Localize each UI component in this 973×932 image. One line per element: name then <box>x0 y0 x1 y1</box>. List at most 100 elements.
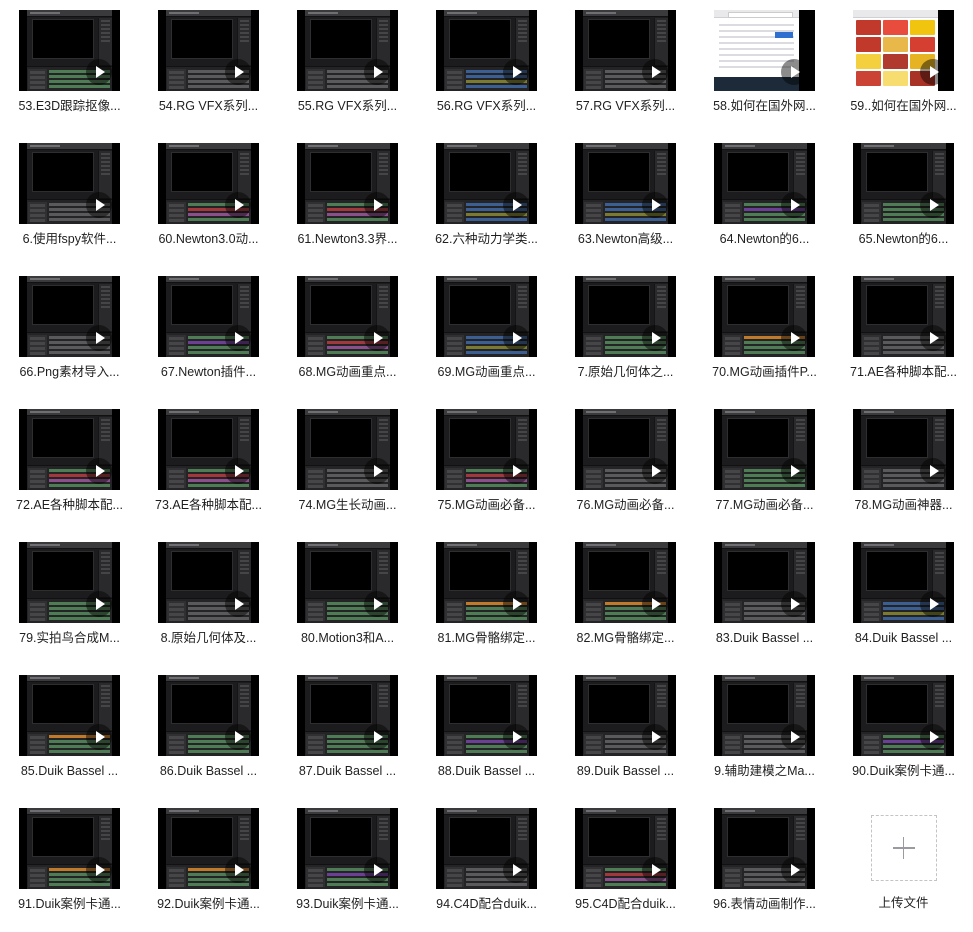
play-icon[interactable] <box>920 325 946 351</box>
video-thumbnail[interactable] <box>853 675 954 756</box>
video-thumbnail[interactable] <box>714 143 815 224</box>
video-card[interactable]: 95.C4D配合duik... <box>556 808 695 932</box>
video-card[interactable]: 93.Duik案例卡通... <box>278 808 417 932</box>
video-thumbnail[interactable] <box>853 10 954 91</box>
video-thumbnail[interactable] <box>158 143 259 224</box>
video-card[interactable]: 80.Motion3和A... <box>278 542 417 675</box>
video-thumbnail[interactable] <box>575 542 676 623</box>
play-icon[interactable] <box>642 724 668 750</box>
play-icon[interactable] <box>920 59 946 85</box>
play-icon[interactable] <box>364 591 390 617</box>
video-card[interactable]: 69.MG动画重点... <box>417 276 556 409</box>
play-icon[interactable] <box>920 724 946 750</box>
video-card[interactable]: 84.Duik Bassel ... <box>834 542 973 675</box>
video-card[interactable]: 92.Duik案例卡通... <box>139 808 278 932</box>
video-thumbnail[interactable] <box>19 409 120 490</box>
video-thumbnail[interactable] <box>575 808 676 889</box>
play-icon[interactable] <box>781 458 807 484</box>
play-icon[interactable] <box>781 724 807 750</box>
video-thumbnail[interactable] <box>297 542 398 623</box>
video-card[interactable]: 94.C4D配合duik... <box>417 808 556 932</box>
play-icon[interactable] <box>86 591 112 617</box>
play-icon[interactable] <box>86 458 112 484</box>
video-thumbnail[interactable] <box>297 675 398 756</box>
video-card[interactable]: 60.Newton3.0动... <box>139 143 278 276</box>
play-icon[interactable] <box>225 591 251 617</box>
play-icon[interactable] <box>225 857 251 883</box>
video-thumbnail[interactable] <box>714 276 815 357</box>
play-icon[interactable] <box>642 192 668 218</box>
play-icon[interactable] <box>781 857 807 883</box>
video-card[interactable]: 72.AE各种脚本配... <box>0 409 139 542</box>
play-icon[interactable] <box>225 724 251 750</box>
video-thumbnail[interactable] <box>575 675 676 756</box>
video-thumbnail[interactable] <box>714 542 815 623</box>
play-icon[interactable] <box>364 192 390 218</box>
video-card[interactable]: 91.Duik案例卡通... <box>0 808 139 932</box>
video-thumbnail[interactable] <box>436 143 537 224</box>
play-icon[interactable] <box>503 325 529 351</box>
video-card[interactable]: 61.Newton3.3界... <box>278 143 417 276</box>
video-thumbnail[interactable] <box>19 675 120 756</box>
video-thumbnail[interactable] <box>575 276 676 357</box>
play-icon[interactable] <box>86 857 112 883</box>
video-thumbnail[interactable] <box>436 675 537 756</box>
video-thumbnail[interactable] <box>853 276 954 357</box>
video-thumbnail[interactable] <box>19 143 120 224</box>
play-icon[interactable] <box>225 192 251 218</box>
video-card[interactable]: 68.MG动画重点... <box>278 276 417 409</box>
video-card[interactable]: 53.E3D跟踪抠像... <box>0 10 139 143</box>
video-thumbnail[interactable] <box>853 409 954 490</box>
video-card[interactable]: 8.原始几何体及... <box>139 542 278 675</box>
video-thumbnail[interactable] <box>19 276 120 357</box>
play-icon[interactable] <box>642 325 668 351</box>
video-thumbnail[interactable] <box>436 409 537 490</box>
play-icon[interactable] <box>503 59 529 85</box>
video-thumbnail[interactable] <box>297 143 398 224</box>
video-card[interactable]: 89.Duik Bassel ... <box>556 675 695 808</box>
video-card[interactable]: 54.RG VFX系列... <box>139 10 278 143</box>
video-thumbnail[interactable] <box>158 409 259 490</box>
video-card[interactable]: 85.Duik Bassel ... <box>0 675 139 808</box>
video-thumbnail[interactable] <box>436 276 537 357</box>
video-card[interactable]: 81.MG骨骼绑定... <box>417 542 556 675</box>
video-thumbnail[interactable] <box>436 10 537 91</box>
video-thumbnail[interactable] <box>297 10 398 91</box>
video-thumbnail[interactable] <box>436 808 537 889</box>
video-card[interactable]: 79.实拍鸟合成M... <box>0 542 139 675</box>
video-card[interactable]: 65.Newton的6... <box>834 143 973 276</box>
video-card[interactable]: 86.Duik Bassel ... <box>139 675 278 808</box>
video-card[interactable]: 96.表情动画制作... <box>695 808 834 932</box>
video-card[interactable]: 67.Newton插件... <box>139 276 278 409</box>
video-card[interactable]: 76.MG动画必备... <box>556 409 695 542</box>
video-card[interactable]: 70.MG动画插件P... <box>695 276 834 409</box>
video-thumbnail[interactable] <box>19 808 120 889</box>
play-icon[interactable] <box>642 458 668 484</box>
play-icon[interactable] <box>781 325 807 351</box>
play-icon[interactable] <box>225 325 251 351</box>
video-thumbnail[interactable] <box>436 542 537 623</box>
play-icon[interactable] <box>86 724 112 750</box>
video-card[interactable]: 71.AE各种脚本配... <box>834 276 973 409</box>
upload-dropzone[interactable] <box>870 815 937 881</box>
video-thumbnail[interactable] <box>19 542 120 623</box>
play-icon[interactable] <box>503 192 529 218</box>
video-thumbnail[interactable] <box>158 276 259 357</box>
video-card[interactable]: 73.AE各种脚本配... <box>139 409 278 542</box>
video-thumbnail[interactable] <box>714 409 815 490</box>
video-thumbnail[interactable] <box>297 409 398 490</box>
video-card[interactable]: 56.RG VFX系列... <box>417 10 556 143</box>
video-thumbnail[interactable] <box>158 808 259 889</box>
video-thumbnail[interactable] <box>19 10 120 91</box>
video-card[interactable]: 58.如何在国外网... <box>695 10 834 143</box>
video-card[interactable]: 64.Newton的6... <box>695 143 834 276</box>
play-icon[interactable] <box>503 458 529 484</box>
video-thumbnail[interactable] <box>714 808 815 889</box>
upload-file-card[interactable]: 上传文件 <box>834 808 973 932</box>
play-icon[interactable] <box>503 724 529 750</box>
play-icon[interactable] <box>642 591 668 617</box>
video-card[interactable]: 66.Png素材导入... <box>0 276 139 409</box>
play-icon[interactable] <box>920 458 946 484</box>
video-card[interactable]: 55.RG VFX系列... <box>278 10 417 143</box>
play-icon[interactable] <box>86 325 112 351</box>
